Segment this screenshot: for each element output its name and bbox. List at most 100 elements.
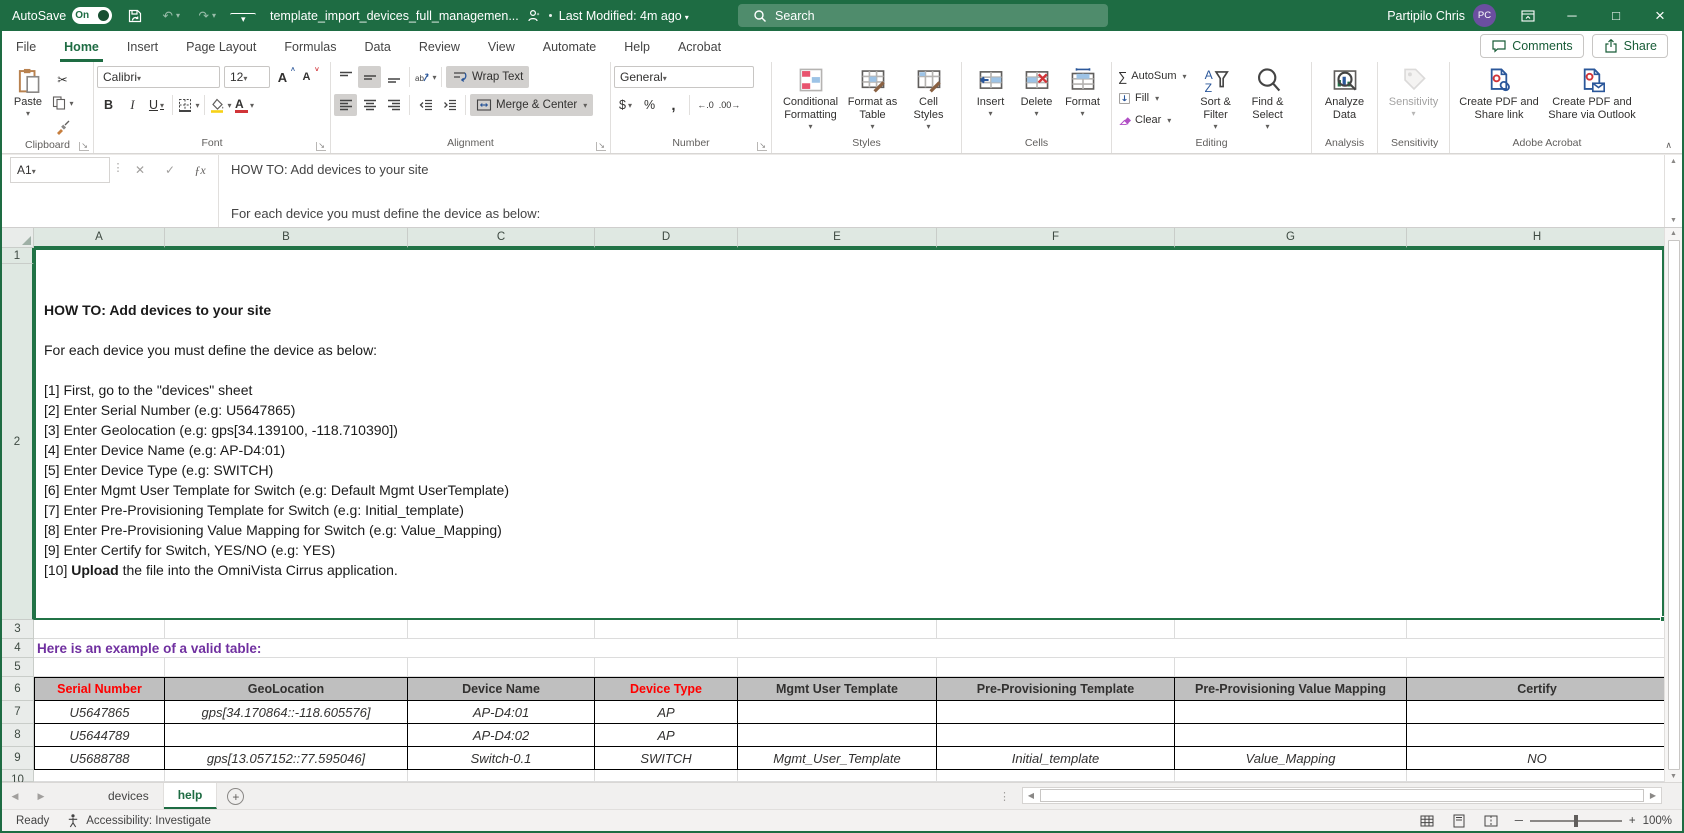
column-header-b[interactable]: B bbox=[165, 228, 408, 248]
table-cell[interactable]: gps[13.057152::77.595046] bbox=[165, 747, 408, 770]
insert-cells-button[interactable]: Insert bbox=[968, 64, 1014, 134]
table-header-device-type[interactable]: Device Type bbox=[595, 677, 738, 701]
cell[interactable] bbox=[595, 658, 738, 677]
font-color-button[interactable]: A bbox=[233, 94, 256, 116]
tab-insert[interactable]: Insert bbox=[113, 31, 172, 62]
people-icon[interactable] bbox=[526, 8, 542, 24]
table-header-serial-number[interactable]: Serial Number bbox=[34, 677, 165, 701]
column-header-a[interactable]: A bbox=[34, 228, 165, 248]
table-header-device-name[interactable]: Device Name bbox=[408, 677, 595, 701]
sort-filter-button[interactable]: Sort & Filter bbox=[1190, 64, 1242, 134]
row-header-3[interactable]: 3 bbox=[2, 620, 34, 639]
sheet-tab-help[interactable]: help bbox=[164, 783, 218, 809]
cell[interactable] bbox=[1407, 620, 1664, 639]
percent-format-button[interactable]: % bbox=[638, 94, 661, 116]
table-cell[interactable] bbox=[1175, 701, 1407, 724]
table-header-geolocation[interactable]: GeoLocation bbox=[165, 677, 408, 701]
fill-color-button[interactable] bbox=[209, 94, 232, 116]
cell[interactable] bbox=[738, 658, 937, 677]
align-left-button[interactable] bbox=[334, 94, 357, 116]
save-button[interactable] bbox=[122, 3, 148, 29]
zoom-slider[interactable] bbox=[1530, 820, 1622, 822]
table-cell[interactable]: Value_Mapping bbox=[1175, 747, 1407, 770]
table-header-mgmt-user-template[interactable]: Mgmt User Template bbox=[738, 677, 937, 701]
cell[interactable] bbox=[937, 658, 1175, 677]
formula-input[interactable]: HOW TO: Add devices to your site For eac… bbox=[223, 155, 1664, 227]
bold-button[interactable]: B bbox=[97, 94, 120, 116]
table-cell[interactable]: Switch-0.1 bbox=[408, 747, 595, 770]
number-format-combo[interactable]: General bbox=[614, 66, 754, 88]
name-box-resize-handle[interactable]: ⋮ bbox=[110, 155, 126, 227]
comments-button[interactable]: Comments bbox=[1480, 34, 1583, 58]
table-cell[interactable]: AP bbox=[595, 701, 738, 724]
accessibility-status[interactable]: Accessibility: Investigate bbox=[65, 813, 211, 829]
tab-data[interactable]: Data bbox=[350, 31, 404, 62]
undo-button[interactable]: ↶ bbox=[158, 3, 184, 29]
cell[interactable] bbox=[937, 620, 1175, 639]
avatar[interactable]: PC bbox=[1473, 4, 1496, 27]
increase-font-size-button[interactable]: A˄ bbox=[271, 66, 294, 88]
sensitivity-button[interactable]: Sensitivity bbox=[1383, 64, 1445, 134]
scrollbar-thumb[interactable] bbox=[1040, 789, 1644, 802]
table-cell[interactable]: Initial_template bbox=[937, 747, 1175, 770]
table-cell[interactable]: AP bbox=[595, 724, 738, 747]
table-cell[interactable] bbox=[165, 724, 408, 747]
cell[interactable] bbox=[408, 770, 595, 782]
next-sheet-button[interactable]: ▶ bbox=[28, 783, 54, 809]
autosum-button[interactable]: ∑AutoSum bbox=[1115, 66, 1190, 86]
increase-decimal-button[interactable]: ←.0 bbox=[694, 94, 717, 116]
tab-formulas[interactable]: Formulas bbox=[270, 31, 350, 62]
row-header-10[interactable]: 10 bbox=[2, 770, 34, 782]
row-header-8[interactable]: 8 bbox=[2, 724, 34, 747]
fill-button[interactable]: Fill bbox=[1115, 88, 1190, 108]
table-cell[interactable] bbox=[1407, 701, 1664, 724]
cell[interactable] bbox=[408, 620, 595, 639]
minimize-button[interactable]: ─ bbox=[1550, 0, 1594, 31]
cell-styles-button[interactable]: Cell Styles bbox=[903, 64, 955, 134]
cell[interactable] bbox=[165, 620, 408, 639]
table-cell[interactable]: U5644789 bbox=[34, 724, 165, 747]
collapse-ribbon-button[interactable]: ∧ bbox=[1665, 140, 1672, 151]
top-align-button[interactable] bbox=[334, 66, 357, 88]
table-header-certify[interactable]: Certify bbox=[1407, 677, 1664, 701]
tab-file[interactable]: File bbox=[2, 31, 50, 62]
format-cells-button[interactable]: Format bbox=[1060, 64, 1106, 134]
clear-button[interactable]: Clear bbox=[1115, 110, 1190, 130]
new-sheet-button[interactable]: + bbox=[227, 788, 244, 805]
scrollbar-thumb[interactable] bbox=[1668, 240, 1680, 770]
table-cell[interactable] bbox=[1407, 724, 1664, 747]
decrease-indent-button[interactable] bbox=[414, 94, 437, 116]
row-header-4[interactable]: 4 bbox=[2, 639, 34, 658]
table-header-pre-provisioning-template[interactable]: Pre-Provisioning Template bbox=[937, 677, 1175, 701]
cell[interactable] bbox=[408, 658, 595, 677]
tab-acrobat[interactable]: Acrobat bbox=[664, 31, 735, 62]
zoom-in-button[interactable]: + bbox=[1629, 815, 1636, 827]
currency-format-button[interactable]: $ bbox=[614, 94, 637, 116]
table-header-pre-provisioning-value-mapping[interactable]: Pre-Provisioning Value Mapping bbox=[1175, 677, 1407, 701]
decrease-font-size-button[interactable]: A˅ bbox=[295, 66, 318, 88]
create-pdf-share-outlook-button[interactable]: Create PDF and Share via Outlook bbox=[1544, 64, 1640, 134]
underline-button[interactable]: U bbox=[145, 94, 168, 116]
last-modified[interactable]: Last Modified: 4m ago bbox=[559, 9, 689, 23]
decrease-decimal-button[interactable]: .00→ bbox=[718, 94, 741, 116]
bottom-align-button[interactable] bbox=[382, 66, 405, 88]
sheet-tab-devices[interactable]: devices bbox=[94, 783, 164, 809]
row-header-2[interactable]: 2 bbox=[2, 264, 34, 620]
share-button[interactable]: Share bbox=[1592, 34, 1668, 58]
increase-indent-button[interactable] bbox=[438, 94, 461, 116]
tab-page-layout[interactable]: Page Layout bbox=[172, 31, 270, 62]
tab-automate[interactable]: Automate bbox=[529, 31, 611, 62]
table-cell[interactable] bbox=[937, 701, 1175, 724]
maximize-button[interactable]: □ bbox=[1594, 0, 1638, 31]
table-cell[interactable]: U5688788 bbox=[34, 747, 165, 770]
tab-view[interactable]: View bbox=[474, 31, 529, 62]
zoom-slider-thumb[interactable] bbox=[1574, 815, 1578, 827]
cell[interactable] bbox=[34, 658, 165, 677]
format-as-table-button[interactable]: Format as Table bbox=[843, 64, 903, 134]
select-all-button[interactable] bbox=[2, 228, 34, 248]
copy-button[interactable] bbox=[51, 92, 74, 114]
zoom-level[interactable]: 100% bbox=[1643, 815, 1672, 827]
row-header-1[interactable]: 1 bbox=[2, 248, 34, 264]
vertical-scrollbar[interactable]: ▲ ▼ bbox=[1664, 228, 1682, 782]
font-name-combo[interactable]: Calibri bbox=[97, 66, 220, 88]
